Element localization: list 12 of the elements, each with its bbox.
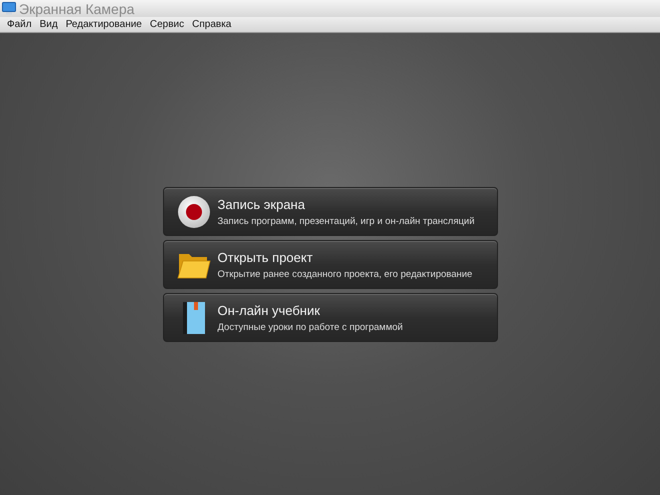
action-button[interactable]: Запись экрана Запись программ, презентаций, игр и он-лайн трансляций bbox=[162, 187, 498, 236]
menu-item[interactable]: Сервис bbox=[146, 19, 188, 30]
menu-item[interactable]: Вид bbox=[36, 19, 62, 30]
book-icon bbox=[182, 300, 206, 334]
action-button[interactable]: Он-лайн учебник Доступные уроки по работе с программой bbox=[162, 293, 498, 342]
window-title: Экранная Камера bbox=[19, 0, 134, 16]
menu-item[interactable]: Файл bbox=[3, 19, 36, 30]
menu-item[interactable]: Редактирование bbox=[62, 19, 146, 30]
menu-item[interactable]: Справка bbox=[188, 19, 236, 30]
monitor-icon bbox=[2, 2, 16, 15]
record-icon bbox=[176, 194, 210, 228]
action-button[interactable]: Открыть проект Открытие ранее созданного проекта, его редактирование bbox=[162, 240, 498, 289]
